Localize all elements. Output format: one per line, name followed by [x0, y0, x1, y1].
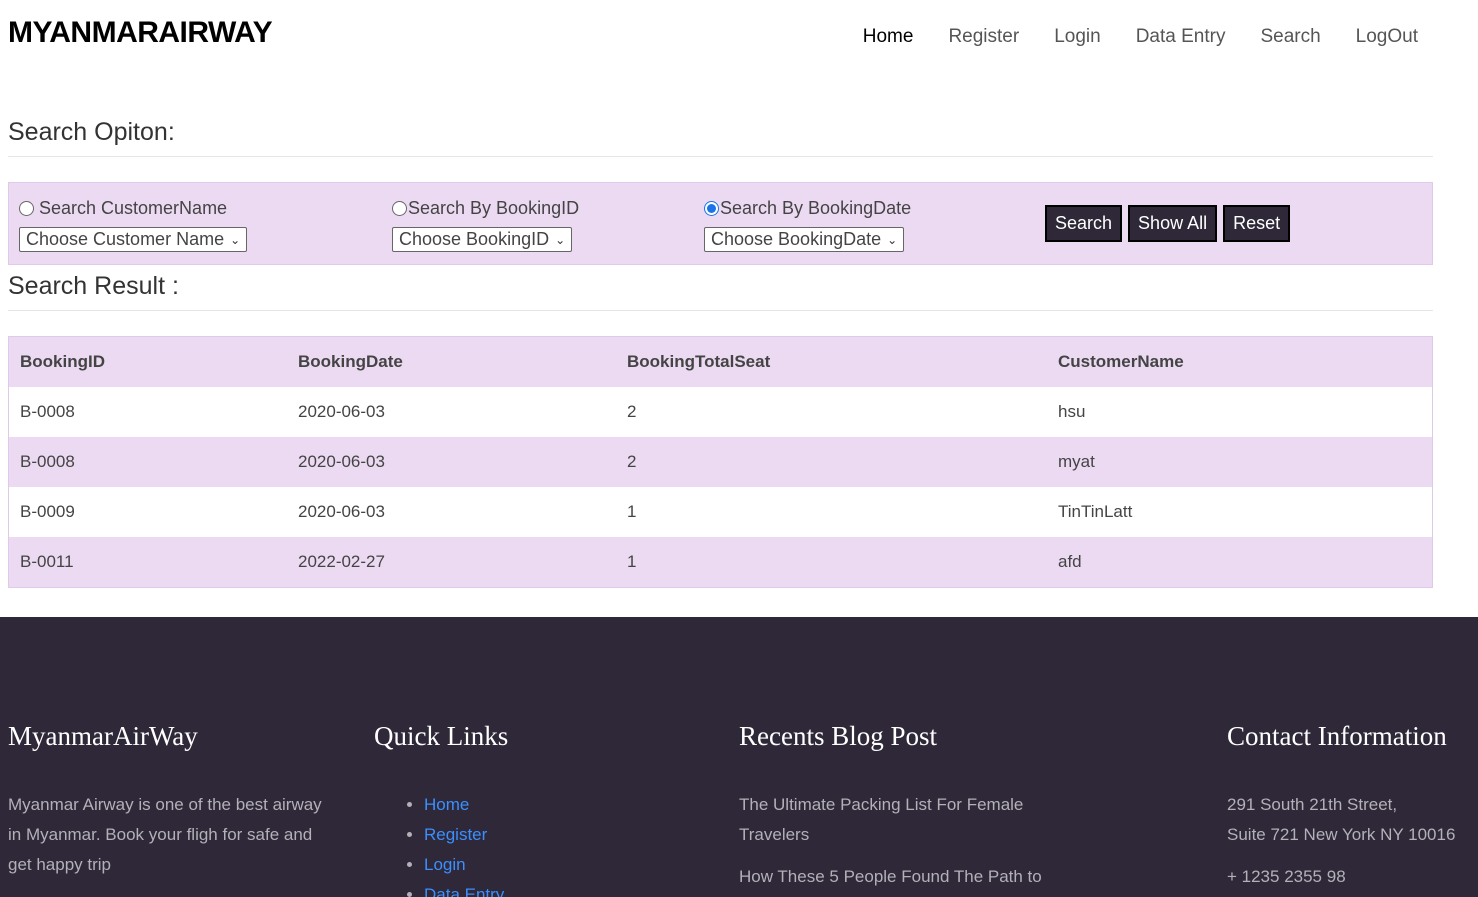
- show-all-button[interactable]: Show All: [1128, 205, 1218, 242]
- table-row: B-0009 2020-06-03 1 TinTinLatt: [9, 487, 1432, 537]
- main-nav: Home Register Login Data Entry Search Lo…: [828, 26, 1418, 48]
- table-row: B-0011 2022-02-27 1 afd: [9, 537, 1432, 587]
- list-item: Data Entry: [424, 880, 508, 897]
- blog-post-link[interactable]: How These 5 People Found The Path to: [739, 862, 1069, 892]
- search-buttons: Search Show All Reset: [1045, 205, 1291, 242]
- nav-login[interactable]: Login: [1054, 26, 1101, 48]
- cell-booking-id: B-0008: [20, 402, 75, 421]
- footer-about-title: MyanmarAirWay: [8, 721, 198, 751]
- option-customer-name: Search CustomerName Choose Customer Name…: [19, 197, 248, 252]
- select-value: Choose Customer Name: [26, 229, 225, 249]
- brand-logo[interactable]: MYANMARAIRWAY: [8, 16, 273, 50]
- table-row: B-0008 2020-06-03 2 myat: [9, 437, 1432, 487]
- cell-booking-date: 2020-06-03: [298, 452, 385, 471]
- footer-blog-title: Recents Blog Post: [739, 721, 938, 751]
- divider: [8, 156, 1433, 157]
- option-booking-date: Search By BookingDate Choose BookingDate…: [704, 197, 911, 252]
- header: MYANMARAIRWAY Home Register Login Data E…: [0, 0, 1478, 72]
- column-header: BookingTotalSeat: [627, 352, 771, 371]
- list-item: Home: [424, 790, 508, 820]
- radio-booking-date[interactable]: [704, 200, 719, 216]
- cell-customer-name: TinTinLatt: [1058, 502, 1133, 521]
- chevron-down-icon: ⌄: [230, 232, 241, 247]
- search-option-title: Search Opiton:: [8, 118, 175, 146]
- booking-date-select[interactable]: Choose BookingDate ⌄: [704, 227, 905, 252]
- nav-data-entry[interactable]: Data Entry: [1136, 26, 1226, 48]
- footer-links-title: Quick Links: [374, 721, 509, 751]
- footer-contact-title: Contact Information: [1227, 721, 1447, 751]
- booking-id-select[interactable]: Choose BookingID ⌄: [392, 227, 573, 252]
- option-booking-id: Search By BookingID Choose BookingID ⌄: [392, 197, 579, 252]
- cell-customer-name: hsu: [1058, 402, 1086, 421]
- divider: [8, 310, 1433, 311]
- contact-phone: + 1235 2355 98: [1227, 867, 1346, 886]
- footer-about: MyanmarAirWay Myanmar Airway is one of t…: [8, 721, 338, 880]
- nav-home[interactable]: Home: [863, 26, 914, 48]
- search-button[interactable]: Search: [1045, 205, 1123, 242]
- list-item: Login: [424, 850, 508, 880]
- cell-customer-name: myat: [1058, 452, 1095, 471]
- cell-total-seat: 1: [627, 502, 637, 521]
- footer-links-list: Home Register Login Data Entry: [374, 790, 508, 897]
- cell-total-seat: 2: [627, 452, 637, 471]
- cell-customer-name: afd: [1058, 552, 1082, 571]
- address-line: Suite 721 New York NY 10016: [1227, 825, 1456, 844]
- cell-booking-id: B-0011: [20, 552, 74, 571]
- address-line: 291 South 21th Street,: [1227, 795, 1398, 814]
- option-label: Search By BookingID: [408, 197, 580, 218]
- select-value: Choose BookingID: [399, 229, 550, 249]
- nav-register[interactable]: Register: [948, 26, 1019, 48]
- cell-booking-date: 2020-06-03: [298, 502, 385, 521]
- radio-customer-name[interactable]: [19, 200, 34, 216]
- chevron-down-icon: ⌄: [555, 232, 566, 247]
- option-label: Search By BookingDate: [720, 197, 912, 218]
- cell-booking-id: B-0008: [20, 452, 75, 471]
- column-header: BookingID: [20, 352, 105, 371]
- footer-blog: Recents Blog Post The Ultimate Packing L…: [739, 721, 1069, 892]
- table-header-row: BookingID BookingDate BookingTotalSeat C…: [9, 337, 1432, 387]
- reset-button[interactable]: Reset: [1223, 205, 1291, 242]
- footer-contact: Contact Information 291 South 21th Stree…: [1227, 721, 1455, 892]
- nav-search[interactable]: Search: [1260, 26, 1320, 48]
- select-value: Choose BookingDate: [711, 229, 882, 249]
- nav-logout[interactable]: LogOut: [1356, 26, 1418, 48]
- column-header: CustomerName: [1058, 352, 1184, 371]
- radio-booking-id[interactable]: [392, 200, 407, 216]
- cell-booking-date: 2020-06-03: [298, 402, 385, 421]
- footer: MyanmarAirWay Myanmar Airway is one of t…: [0, 617, 1478, 897]
- footer-link-register[interactable]: Register: [424, 825, 487, 844]
- table-row: B-0008 2020-06-03 2 hsu: [9, 387, 1432, 437]
- cell-total-seat: 2: [627, 402, 637, 421]
- column-header: BookingDate: [298, 352, 403, 371]
- chevron-down-icon: ⌄: [887, 232, 898, 247]
- contact-address: 291 South 21th Street, Suite 721 New Yor…: [1227, 790, 1455, 850]
- customer-name-select[interactable]: Choose Customer Name ⌄: [19, 227, 248, 252]
- cell-booking-id: B-0009: [20, 502, 75, 521]
- blog-post-link[interactable]: The Ultimate Packing List For Female Tra…: [739, 790, 1069, 850]
- search-result-title: Search Result :: [8, 272, 179, 300]
- footer-about-text: Myanmar Airway is one of the best airway…: [8, 795, 322, 874]
- cell-booking-date: 2022-02-27: [298, 552, 385, 571]
- footer-link-login[interactable]: Login: [424, 855, 466, 874]
- search-panel: Search CustomerName Choose Customer Name…: [8, 182, 1433, 265]
- option-label: Search CustomerName: [39, 197, 228, 218]
- footer-link-data-entry[interactable]: Data Entry: [424, 885, 504, 897]
- result-table: BookingID BookingDate BookingTotalSeat C…: [8, 336, 1433, 588]
- footer-link-home[interactable]: Home: [424, 795, 469, 814]
- cell-total-seat: 1: [627, 552, 637, 571]
- footer-quick-links: Quick Links Home Register Login Data Ent…: [374, 721, 508, 897]
- list-item: Register: [424, 820, 508, 850]
